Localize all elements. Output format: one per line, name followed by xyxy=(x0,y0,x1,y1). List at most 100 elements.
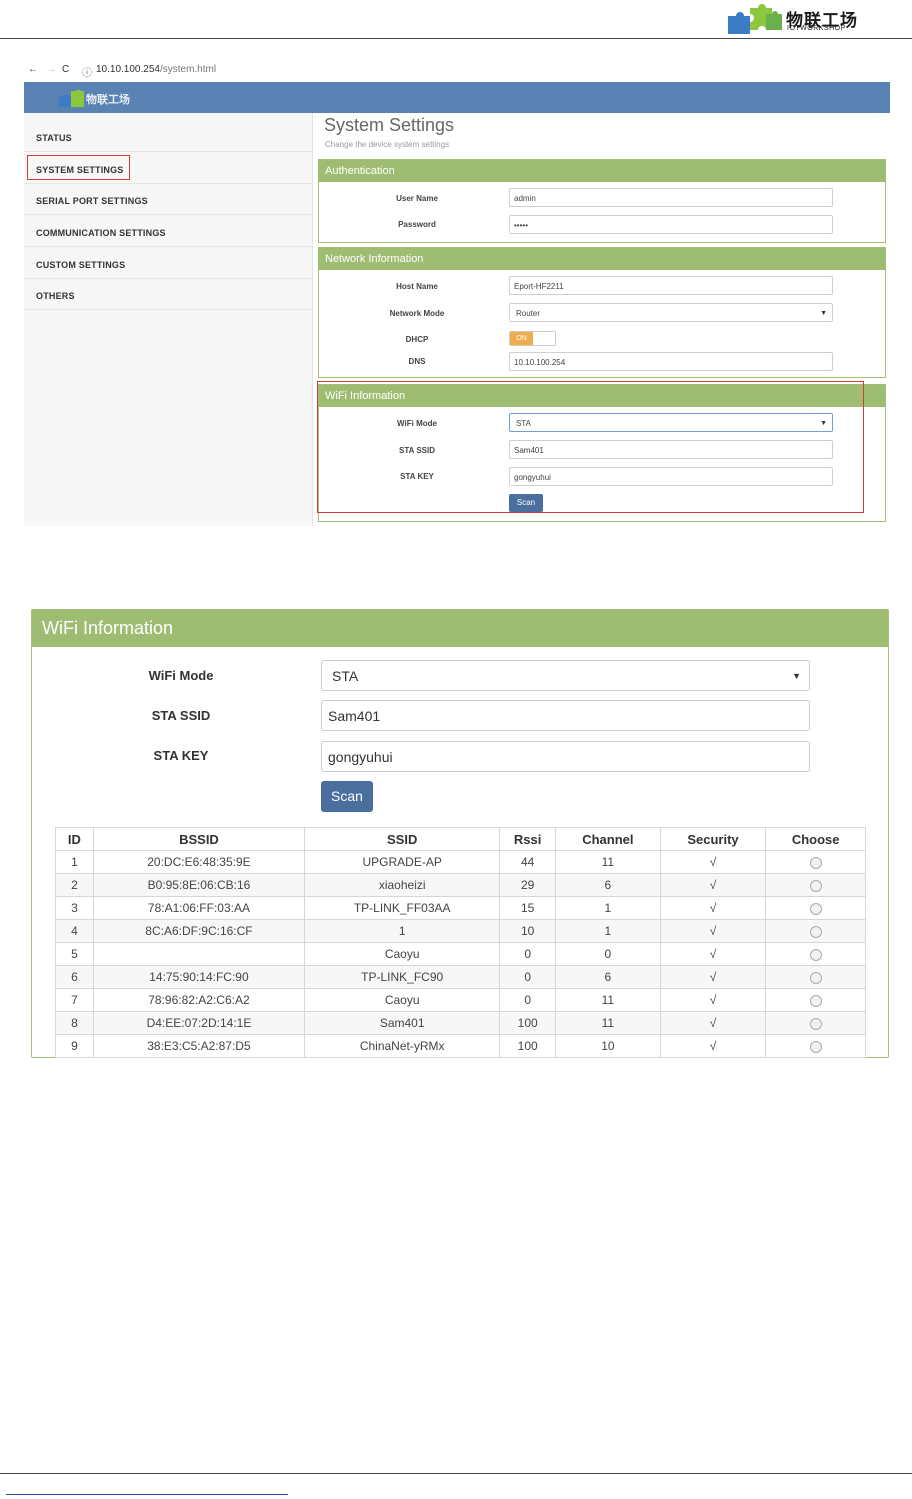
cell-id: 3 xyxy=(55,896,94,920)
sta-key-input[interactable]: gongyuhui xyxy=(321,741,810,772)
wifi-mode-label: WiFi Mode xyxy=(148,668,214,683)
forward-icon[interactable]: → xyxy=(46,64,56,75)
column-header-channel: Channel xyxy=(555,827,661,851)
cell-channel: 1 xyxy=(555,896,661,920)
cell-choose xyxy=(765,1011,866,1035)
cell-id: 1 xyxy=(55,850,94,874)
address-bar[interactable]: 10.10.100.254/system.html xyxy=(96,64,216,75)
choose-radio[interactable] xyxy=(809,856,822,869)
back-icon[interactable]: ← xyxy=(28,64,38,75)
info-icon[interactable]: ⓘ xyxy=(82,64,92,79)
choose-radio[interactable] xyxy=(809,902,822,915)
cell-rssi: 0 xyxy=(499,942,557,966)
password-label: Password xyxy=(398,220,436,229)
choose-radio[interactable] xyxy=(809,1040,822,1053)
cell-id: 8 xyxy=(55,1011,94,1035)
table-row: 3 78:A1:06:FF:03:AA TP-LINK_FF03AA 15 1 … xyxy=(55,896,866,920)
brand-name-en: IOTWORKSHOP xyxy=(787,25,846,32)
dhcp-label: DHCP xyxy=(405,335,429,344)
choose-radio[interactable] xyxy=(809,948,822,961)
cell-bssid: 38:E3:C5:A2:87:D5 xyxy=(92,1034,306,1058)
choose-radio[interactable] xyxy=(809,879,822,892)
cell-security: √ xyxy=(659,988,767,1012)
brand-logo: 物联工场 IOTWORKSHOP xyxy=(726,4,866,34)
cell-security: √ xyxy=(659,850,767,874)
cell-id: 5 xyxy=(55,942,94,966)
table-row: 9 38:E3:C5:A2:87:D5 ChinaNet-yRMx 100 10… xyxy=(55,1034,866,1058)
cell-rssi: 44 xyxy=(499,850,557,874)
network-mode-select[interactable]: Router ▼ xyxy=(509,303,833,322)
cell-security: √ xyxy=(659,965,767,989)
cell-security: √ xyxy=(659,1011,767,1035)
column-header-bssid: BSSID xyxy=(92,827,306,851)
cell-security: √ xyxy=(659,942,767,966)
authentication-panel: Authentication User Name admin Password … xyxy=(318,159,886,243)
cell-rssi: 10 xyxy=(499,919,557,943)
cell-id: 7 xyxy=(55,988,94,1012)
cell-ssid: Caoyu xyxy=(304,942,501,966)
table-row: 7 78:96:82:A2:C6:A2 Caoyu 0 11 √ xyxy=(55,988,866,1012)
sidebar-item-serial-port[interactable]: SERIAL PORT SETTINGS xyxy=(36,196,148,206)
cell-choose xyxy=(765,873,866,897)
choose-radio[interactable] xyxy=(809,1017,822,1030)
cell-security: √ xyxy=(659,919,767,943)
dhcp-toggle[interactable]: ON xyxy=(509,331,556,346)
sidebar: STATUS SYSTEM SETTINGS SERIAL PORT SETTI… xyxy=(24,113,313,526)
dns-label: DNS xyxy=(408,357,426,366)
sidebar-item-status[interactable]: STATUS xyxy=(36,133,72,143)
cell-rssi: 100 xyxy=(499,1011,557,1035)
cell-choose xyxy=(765,896,866,920)
network-mode-label: Network Mode xyxy=(389,309,445,318)
cell-bssid: 20:DC:E6:48:35:9E xyxy=(92,850,306,874)
host-name-label: Host Name xyxy=(396,282,438,291)
cell-channel: 10 xyxy=(555,1034,661,1058)
cell-ssid: xiaoheizi xyxy=(304,873,501,897)
sta-key-label: STA KEY xyxy=(153,748,209,763)
reload-icon[interactable]: C xyxy=(62,64,69,75)
password-input[interactable]: ••••• xyxy=(509,215,833,234)
table-row: 2 B0:95:8E:06:CB:16 xiaoheizi 29 6 √ xyxy=(55,873,866,897)
network-panel: Network Information Host Name Eport-HF22… xyxy=(318,247,886,378)
column-header-ssid: SSID xyxy=(304,827,501,851)
cell-bssid: 78:A1:06:FF:03:AA xyxy=(92,896,306,920)
sidebar-item-others[interactable]: OTHERS xyxy=(36,291,75,301)
host-name-input[interactable]: Eport-HF2211 xyxy=(509,276,833,295)
cell-choose xyxy=(765,1034,866,1058)
table-row: 4 8C:A6:DF:9C:16:CF 1 10 1 √ xyxy=(55,919,866,943)
cell-ssid: TP-LINK_FC90 xyxy=(304,965,501,989)
network-heading: Network Information xyxy=(319,248,885,270)
cell-choose xyxy=(765,965,866,989)
cell-bssid xyxy=(92,942,306,966)
sta-ssid-input[interactable]: Sam401 xyxy=(321,700,810,731)
authentication-heading: Authentication xyxy=(319,160,885,182)
sidebar-item-custom[interactable]: CUSTOM SETTINGS xyxy=(36,260,125,270)
user-name-label: User Name xyxy=(396,194,438,203)
footer-link-underline[interactable] xyxy=(6,1494,288,1495)
sidebar-item-communication[interactable]: COMMUNICATION SETTINGS xyxy=(36,228,166,238)
column-header-rssi: Rssi xyxy=(499,827,557,851)
table-row: 1 20:DC:E6:48:35:9E UPGRADE-AP 44 11 √ xyxy=(55,850,866,874)
choose-radio[interactable] xyxy=(809,925,822,938)
choose-radio[interactable] xyxy=(809,971,822,984)
sta-ssid-label: STA SSID xyxy=(151,708,211,723)
cell-bssid: 78:96:82:A2:C6:A2 xyxy=(92,988,306,1012)
cell-id: 9 xyxy=(55,1034,94,1058)
user-name-input[interactable]: admin xyxy=(509,188,833,207)
cell-bssid: D4:EE:07:2D:14:1E xyxy=(92,1011,306,1035)
cell-rssi: 0 xyxy=(499,965,557,989)
column-header-security: Security xyxy=(659,827,767,851)
choose-radio[interactable] xyxy=(809,994,822,1007)
table-row: 8 D4:EE:07:2D:14:1E Sam401 100 11 √ xyxy=(55,1011,866,1035)
cell-channel: 0 xyxy=(555,942,661,966)
dns-input[interactable]: 10.10.100.254 xyxy=(509,352,833,371)
chevron-down-icon: ▼ xyxy=(820,310,827,317)
cell-ssid: 1 xyxy=(304,919,501,943)
cell-rssi: 0 xyxy=(499,988,557,1012)
app-header: 物联工场 xyxy=(24,82,890,113)
wifi-mode-select[interactable]: STA ▼ xyxy=(321,660,810,691)
column-header-id: ID xyxy=(55,827,94,851)
cell-bssid: 8C:A6:DF:9C:16:CF xyxy=(92,919,306,943)
system-settings-screenshot: ← → C ⓘ 10.10.100.254/system.html 物联工场 S… xyxy=(24,59,890,526)
scan-button[interactable]: Scan xyxy=(321,781,373,812)
cell-security: √ xyxy=(659,896,767,920)
